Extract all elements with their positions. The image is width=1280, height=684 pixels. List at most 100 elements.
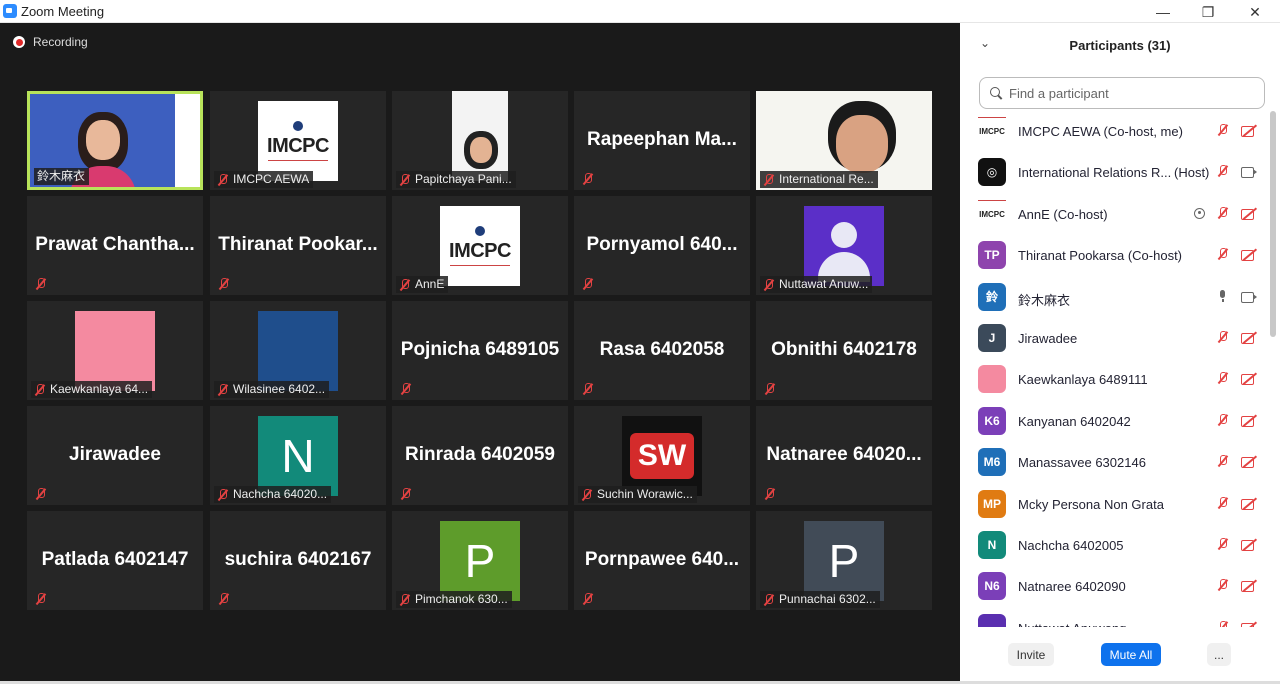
scrollbar[interactable] [1270, 111, 1276, 627]
video-tile[interactable]: Patlada 6402147 [27, 511, 203, 610]
default-avatar [804, 206, 884, 286]
video-tile[interactable]: Nuttawat Anuw... [756, 196, 932, 295]
video-tile[interactable]: IMCPC AnnE [392, 196, 568, 295]
video-tile[interactable]: Pojnicha 6489105 [392, 301, 568, 400]
minimize-button[interactable]: — [1143, 2, 1183, 22]
muted-mic-icon[interactable] [1217, 538, 1229, 550]
muted-mic-icon [217, 383, 229, 396]
participant-row[interactable]: MP Mcky Persona Non Grata [960, 484, 1270, 524]
muted-mic-icon[interactable] [1217, 165, 1229, 177]
video-tile[interactable]: suchira 6402167 [210, 511, 386, 610]
video-tile[interactable]: Pornyamol 640... [574, 196, 750, 295]
participant-row[interactable]: Nuttawat Anuwong... [960, 608, 1270, 627]
muted-mic-icon[interactable] [1217, 372, 1229, 384]
video-off-icon[interactable] [1241, 622, 1257, 627]
video-off-icon[interactable] [1241, 373, 1257, 386]
video-tile[interactable]: Prawat Chantha... [27, 196, 203, 295]
video-icon[interactable] [1241, 291, 1257, 303]
muted-mic-icon [399, 173, 411, 186]
video-tile[interactable]: Rasa 6402058 [574, 301, 750, 400]
participant-row[interactable]: J Jirawadee [960, 318, 1270, 358]
participant-name: Mcky Persona Non Grata [1018, 496, 1164, 512]
participant-avatar: M6 [978, 448, 1006, 477]
video-tile[interactable]: Jirawadee [27, 406, 203, 505]
video-tile[interactable]: Pornpawee 640... [574, 511, 750, 610]
scroll-thumb[interactable] [1270, 111, 1276, 337]
imcpc-logo: IMCPC [258, 101, 338, 181]
muted-mic-icon[interactable] [1217, 124, 1229, 136]
video-tile[interactable]: Natnaree 64020... [756, 406, 932, 505]
video-off-icon[interactable] [1241, 456, 1257, 469]
video-off-icon[interactable] [1241, 249, 1257, 262]
participant-avatar: N6 [978, 572, 1006, 601]
muted-mic-icon[interactable] [1217, 455, 1229, 467]
participant-row[interactable]: IMCPC IMCPC AEWA (Co-host, me) [960, 111, 1270, 151]
restore-button[interactable]: ❐ [1188, 2, 1228, 22]
muted-mic-icon [764, 383, 776, 395]
mic-icon[interactable] [1217, 289, 1229, 302]
participant-row[interactable]: IMCPC AnnE (Co-host) [960, 194, 1270, 234]
more-button[interactable]: ... [1207, 643, 1231, 666]
participant-row[interactable]: 鈴鈴木麻衣 [960, 277, 1270, 317]
muted-mic-icon [217, 173, 229, 186]
participant-row[interactable]: Kaewkanlaya 6489111 [960, 359, 1270, 399]
video-tile[interactable]: Rinrada 6402059 [392, 406, 568, 505]
video-tile[interactable]: Wilasinee 6402... [210, 301, 386, 400]
backdrop-logo [175, 94, 200, 187]
muted-mic-icon[interactable] [1217, 206, 1229, 219]
participant-row[interactable]: TP Thiranat Pookarsa (Co-host) [960, 235, 1270, 275]
window-title: Zoom Meeting [21, 4, 105, 19]
muted-mic-icon [763, 173, 775, 186]
video-tile[interactable]: IMCPC IMCPC AEWA [210, 91, 386, 190]
muted-mic-icon [582, 173, 594, 185]
video-off-icon[interactable] [1241, 539, 1257, 551]
muted-mic-icon [34, 383, 46, 396]
profile-picture: SW [622, 416, 702, 496]
search-input[interactable] [1009, 85, 1249, 101]
muted-mic-icon [582, 383, 594, 395]
muted-mic-icon[interactable] [1217, 331, 1229, 343]
participant-name: Wilasinee 6402... [233, 382, 326, 396]
name-tag: Wilasinee 6402... [214, 381, 330, 398]
video-tile[interactable]: P Punnachai 6302... [756, 511, 932, 610]
video-tile[interactable]: Thiranat Pookar... [210, 196, 386, 295]
video-off-icon[interactable] [1241, 208, 1257, 220]
muted-mic-icon[interactable] [1217, 496, 1229, 509]
video-tile[interactable]: Kaewkanlaya 64... [27, 301, 203, 400]
video-tile[interactable]: Obnithi 6402178 [756, 301, 932, 400]
video-tile[interactable]: N Nachcha 64020... [210, 406, 386, 505]
muted-mic-icon[interactable] [1217, 620, 1229, 627]
video-off-icon[interactable] [1241, 498, 1257, 510]
muted-mic-icon [764, 488, 776, 500]
muted-mic-icon[interactable] [1217, 413, 1229, 426]
muted-mic-icon [400, 383, 412, 395]
video-tile[interactable]: SW Suchin Worawic... [574, 406, 750, 505]
video-tile[interactable]: 鈴木麻衣 [27, 91, 203, 190]
video-off-icon[interactable] [1241, 415, 1257, 427]
video-tile[interactable]: P Pimchanok 630... [392, 511, 568, 610]
participant-row[interactable]: N Nachcha 6402005 [960, 525, 1270, 565]
invite-button[interactable]: Invite [1008, 643, 1054, 666]
muted-mic-icon[interactable] [1217, 248, 1229, 260]
video-tile[interactable]: Papitchaya Pani... [392, 91, 568, 190]
video-off-icon[interactable] [1241, 580, 1257, 593]
muted-mic-icon[interactable] [1217, 579, 1229, 591]
video-off-icon[interactable] [1241, 332, 1257, 344]
mute-all-button[interactable]: Mute All [1101, 643, 1161, 666]
video-off-icon[interactable] [1241, 125, 1257, 137]
close-button[interactable]: ✕ [1235, 2, 1275, 22]
video-tile[interactable]: Rapeephan Ma... [574, 91, 750, 190]
participant-row[interactable]: ◎ International Relations R... (Host) [960, 152, 1270, 192]
participant-avatar: 鈴 [978, 282, 1006, 311]
participant-row[interactable]: M6 Manassavee 6302146 [960, 442, 1270, 482]
participant-display-name: Pornpawee 640... [584, 549, 740, 570]
participant-row[interactable]: K6 Kanyanan 6402042 [960, 401, 1270, 441]
participant-display-name: Prawat Chantha... [35, 234, 195, 255]
participant-row[interactable]: N6 Natnaree 6402090 [960, 566, 1270, 606]
search-box[interactable] [979, 77, 1265, 109]
video-icon[interactable] [1241, 166, 1257, 179]
participant-avatar [978, 613, 1006, 627]
recording-indicator[interactable]: Recording [13, 35, 88, 49]
participant-avatar: N [978, 531, 1006, 559]
video-tile[interactable]: International Re... [756, 91, 932, 190]
